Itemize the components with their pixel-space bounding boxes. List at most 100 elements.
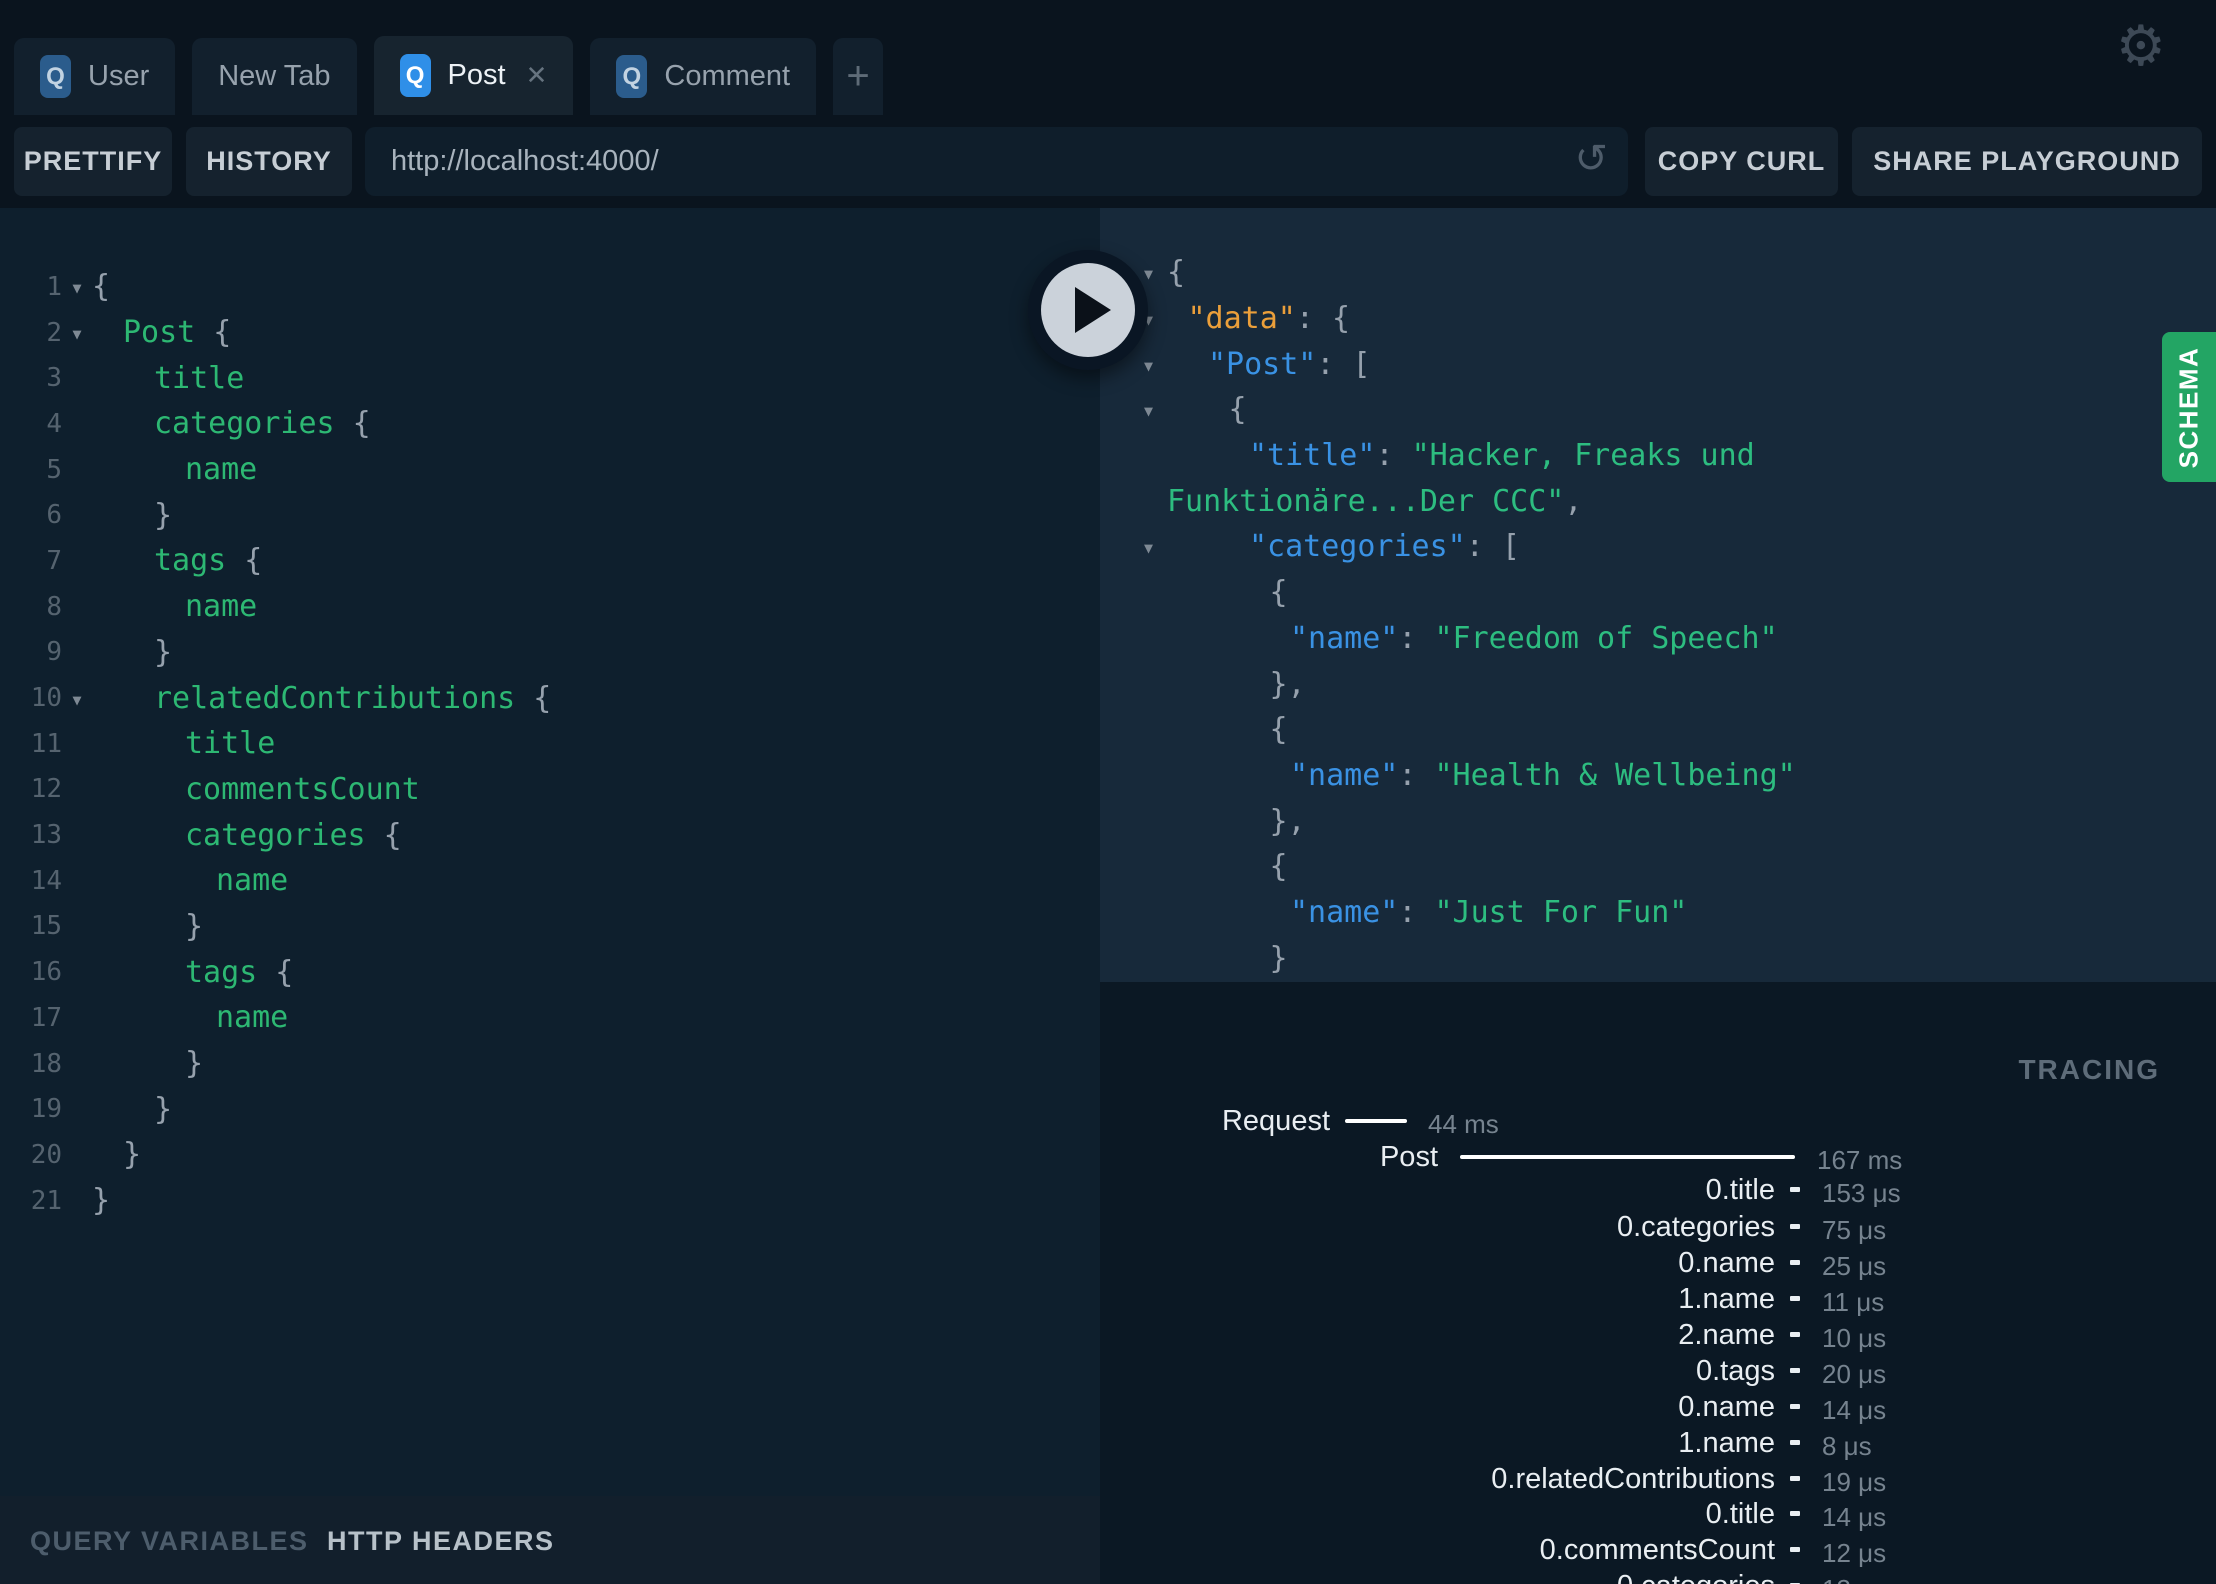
refresh-schema-icon[interactable]: ↺ <box>1574 139 1608 179</box>
tracing-row: 0.categories 13 μs <box>1100 1568 2216 1584</box>
string-token: "Hacker, Freaks und <box>1411 438 1755 474</box>
tracing-label: 1.name <box>1678 1283 1775 1315</box>
tracing-time: 19 μs <box>1822 1467 1887 1497</box>
punct-token: { <box>226 543 263 579</box>
tab-label: Comment <box>664 60 791 92</box>
tracing-label: Request <box>1221 1105 1330 1137</box>
punct-token: { <box>1269 575 1288 611</box>
tracing-label: Post <box>1379 1141 1438 1173</box>
line-number: 20 <box>30 1139 62 1170</box>
tracing-title: TRACING <box>2018 1054 2160 1085</box>
editor-code: } <box>123 1137 141 1172</box>
schema-side-tab[interactable]: SCHEMA <box>2162 332 2216 482</box>
tracing-time: 13 μs <box>1822 1571 1886 1584</box>
copy-curl-button[interactable]: COPY CURL <box>1645 127 1838 196</box>
field-token: categories <box>185 817 366 853</box>
editor-code: } <box>185 909 203 944</box>
fold-arrow-icon[interactable]: ▼ <box>62 276 92 297</box>
tab-comment[interactable]: Q Comment <box>590 38 817 115</box>
tracing-row: Post 167 ms <box>1100 1139 2216 1175</box>
response-code: "title": "Hacker, Freaks und <box>1100 438 1755 473</box>
fold-arrow-icon[interactable]: ▼ <box>1144 399 1153 420</box>
response-code: "name": "Health & Wellbeing" <box>1100 758 1796 793</box>
response-line: "name": "Health & Wellbeing" <box>1100 753 2216 799</box>
tracing-time: 11 μs <box>1822 1287 1885 1317</box>
line-number: 12 <box>30 774 62 805</box>
tracing-time: 10 μs <box>1822 1323 1887 1353</box>
editor-line: 14 name <box>0 858 1100 904</box>
response-lines: ▼{▼ "data": {▼ "Post": [▼{"title": "Hacker… <box>1100 208 2216 982</box>
new-tab-button[interactable]: + <box>833 38 884 115</box>
editor-line: 9} <box>0 630 1100 676</box>
string-token: "Health & Wellbeing" <box>1434 757 1796 793</box>
editor-code: name <box>216 1000 288 1035</box>
query-editor-pane[interactable]: 1 ▼{2 ▼ Post {3 title 4 categories {5 name 6} 7 ta… <box>0 208 1100 1496</box>
http-headers-tab[interactable]: HTTP HEADERS <box>327 1526 555 1557</box>
editor-code: tags { <box>154 543 262 578</box>
response-line: ▼ "data": { <box>1100 296 2216 342</box>
tracing-row: 1.name 8 μs <box>1100 1425 2216 1461</box>
tracing-time: 20 μs <box>1822 1359 1887 1389</box>
line-number: 7 <box>46 545 62 576</box>
response-line: "name": "Freedom of Speech" <box>1100 616 2216 662</box>
line-number: 5 <box>46 454 62 485</box>
response-line: ▼{ <box>1100 250 2216 296</box>
field-token: tags <box>154 543 227 579</box>
tab-bar: Q User New Tab Q Post ✕ Q Comment + <box>14 36 900 115</box>
close-tab-icon[interactable]: ✕ <box>526 60 548 91</box>
endpoint-url-input[interactable] <box>365 127 1628 196</box>
response-line: ▼{ <box>1100 387 2216 433</box>
editor-line: 13 categories { <box>0 812 1100 858</box>
fold-arrow-icon[interactable]: ▼ <box>62 688 92 709</box>
fold-arrow-icon[interactable]: ▼ <box>1144 354 1153 375</box>
query-type-badge: Q <box>616 55 648 98</box>
response-code: "name": "Just For Fun" <box>1100 895 1687 930</box>
history-button[interactable]: HISTORY <box>186 127 352 196</box>
fold-arrow-icon[interactable]: ▼ <box>1144 262 1153 283</box>
line-number: 17 <box>30 1002 62 1033</box>
response-line: }, <box>1100 798 2216 844</box>
editor-code: } <box>154 1092 172 1127</box>
editor-line: 10 ▼ relatedContributions { <box>0 675 1100 721</box>
fold-arrow-icon[interactable]: ▼ <box>62 322 92 343</box>
response-line: { <box>1100 844 2216 890</box>
editor-code: title <box>185 726 275 761</box>
key-token: "title" <box>1249 438 1376 474</box>
editor-line: 7 tags { <box>0 538 1100 584</box>
editor-line: 4 categories { <box>0 401 1100 447</box>
punct-token: { <box>515 680 552 716</box>
tracing-dash <box>1790 1476 1800 1481</box>
punct-token: : <box>1398 757 1435 793</box>
key-token: "name" <box>1290 894 1399 930</box>
punct-token: : <box>1398 894 1435 930</box>
query-variables-tab[interactable]: QUERY VARIABLES <box>30 1526 309 1557</box>
tracing-label: 0.title <box>1705 1498 1775 1530</box>
fold-arrow-icon[interactable]: ▼ <box>1144 536 1153 557</box>
tracing-time: 44 ms <box>1428 1109 1499 1139</box>
line-number: 10 <box>30 683 62 714</box>
field-token: name <box>216 863 289 899</box>
line-number: 11 <box>30 728 62 759</box>
response-code: "name": "Freedom of Speech" <box>1100 621 1778 656</box>
tab-post[interactable]: Q Post ✕ <box>373 36 574 115</box>
execute-query-button[interactable] <box>1028 250 1148 370</box>
tracing-dash <box>1790 1547 1800 1552</box>
share-playground-button[interactable]: SHARE PLAYGROUND <box>1852 127 2202 196</box>
punct-token: { <box>92 269 111 305</box>
tab-new-tab[interactable]: New Tab <box>192 38 357 115</box>
tracing-row: 0.relatedContributions 19 μs <box>1100 1461 2216 1497</box>
tab-user[interactable]: Q User <box>14 38 176 115</box>
settings-gear-icon[interactable]: ⚙ <box>2116 18 2166 74</box>
prettify-button[interactable]: PRETTIFY <box>14 127 172 196</box>
tracing-dash <box>1790 1224 1800 1229</box>
editor-line: 15} <box>0 904 1100 950</box>
editor-line: 1 ▼{ <box>0 264 1100 310</box>
